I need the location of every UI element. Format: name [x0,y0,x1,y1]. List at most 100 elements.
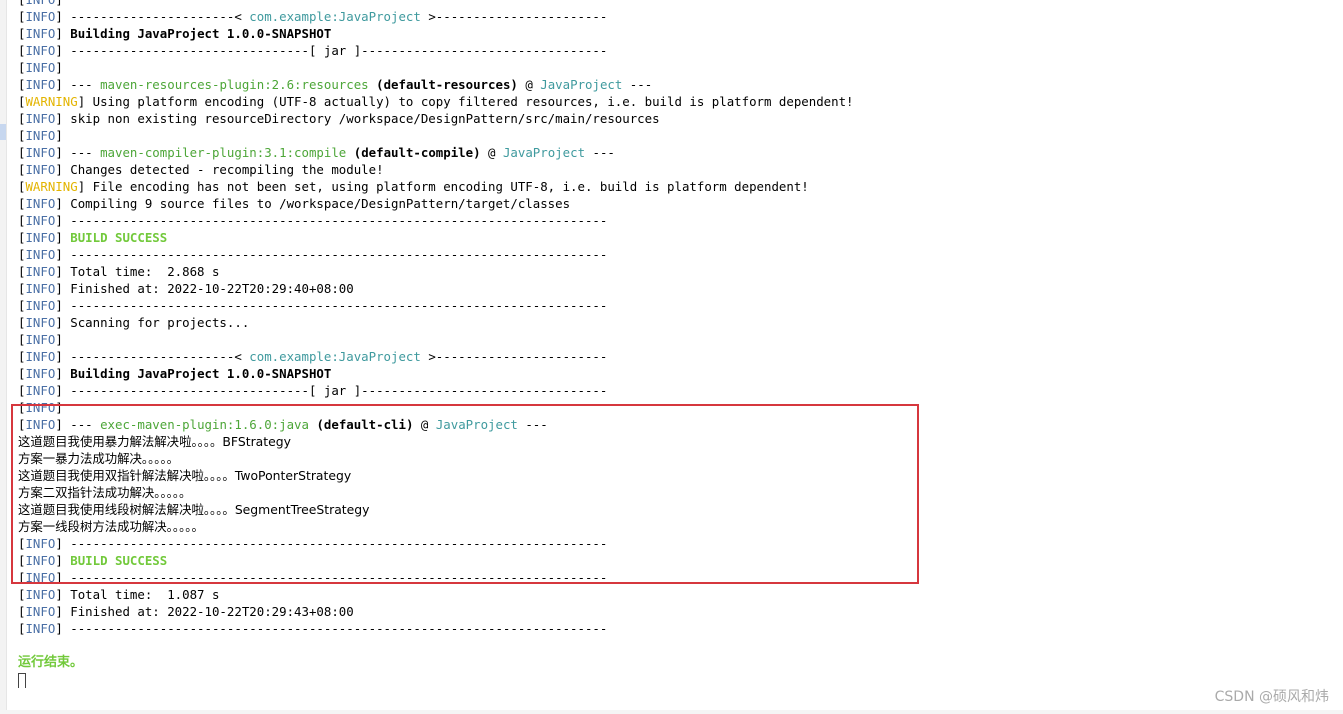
log-bracket: ] [55,145,63,160]
log-bracket: ] [55,230,63,245]
log-level-info: INFO [25,9,56,24]
log-level-info: INFO [25,264,56,279]
log-level-info: INFO [25,400,56,415]
console-line: [INFO] --------------------------------[… [18,42,1328,59]
console-line: 方案一暴力法成功解决。。。。。 [18,450,1328,467]
console-line: [INFO] ----------------------< com.examp… [18,348,1328,365]
log-level-info: INFO [25,366,56,381]
log-level-info: INFO [25,60,56,75]
log-text: JavaProject [540,77,623,92]
log-bracket: ] [55,332,63,347]
log-text: ----------------------------------------… [62,247,608,262]
log-text: @ [480,145,503,160]
console-line: 方案二双指针法成功解决。。。。。 [18,484,1328,501]
log-text: Scanning for projects... [62,315,250,330]
console-line: [INFO] ---------------------------------… [18,620,1328,637]
console-line: [INFO] Changes detected - recompiling th… [18,161,1328,178]
log-text: skip non existing resourceDirectory /wor… [62,111,660,126]
console-line: [INFO] Compiling 9 source files to /work… [18,195,1328,212]
status-bar [0,710,1343,714]
log-text: ----------------------< [62,9,250,24]
log-bracket: ] [55,0,62,7]
log-text: Changes detected - recompiling the modul… [62,162,384,177]
log-bracket: ] [55,383,63,398]
log-bracket: ] [55,349,63,364]
log-text: Using platform encoding (UTF-8 actually)… [85,94,854,109]
console-line: [WARNING] Using platform encoding (UTF-8… [18,93,1328,110]
log-text: 这道题目我使用线段树解法解决啦。。。。SegmentTreeStrategy [18,502,370,517]
editor-gutter [0,0,7,714]
log-bracket: ] [55,60,63,75]
console-line: [INFO] ---------------------------------… [18,246,1328,263]
log-bracket: ] [55,43,63,58]
log-bracket: ] [55,298,63,313]
log-level-info: INFO [25,111,56,126]
log-level-info: INFO [25,128,56,143]
log-level-info: INFO [25,213,56,228]
log-level-info: INFO [25,247,56,262]
log-text: 方案一线段树方法成功解决。。。。。 [18,519,204,534]
log-bracket: ] [55,366,63,381]
input-line[interactable] [18,671,1328,688]
log-text: 这道题目我使用暴力解法解决啦。。。。BFStrategy [18,434,291,449]
console-line: [INFO] ---------------------------------… [18,569,1328,586]
log-text: maven-resources-plugin:2.6:resources [100,77,369,92]
log-level-info: INFO [25,536,56,551]
log-bracket: ] [55,536,63,551]
log-bracket: ] [55,315,63,330]
text-cursor [18,673,26,688]
console-output[interactable]: [INFO][INFO] ----------------------< com… [18,0,1328,688]
log-bracket: ] [55,417,63,432]
watermark: CSDN @硕风和炜 [1214,689,1329,705]
log-bracket: ] [55,247,63,262]
log-text: ----------------------------------------… [62,621,608,636]
log-level-info: INFO [25,383,56,398]
log-text: (default-resources) [376,77,518,92]
console-line: [INFO] [18,59,1328,76]
log-text: ----------------------------------------… [62,213,608,228]
console-line: [INFO] ---------------------------------… [18,297,1328,314]
log-text: ----------------------------------------… [62,298,608,313]
log-bracket: ] [55,128,63,143]
log-text: exec-maven-plugin:1.6.0:java [100,417,309,432]
log-text: 方案一暴力法成功解决。。。。。 [18,451,180,466]
log-bracket: ] [55,26,63,41]
log-level-info: INFO [25,553,56,568]
log-bracket: ] [55,213,63,228]
log-text: 这道题目我使用双指针解法解决啦。。。。TwoPonterStrategy [18,468,352,483]
log-level-info: INFO [25,77,56,92]
log-text: com.example:JavaProject [249,349,421,364]
log-level-info: INFO [25,43,56,58]
log-bracket: ] [55,400,63,415]
log-level-info: INFO [25,145,56,160]
console-line: 这道题目我使用暴力解法解决啦。。。。BFStrategy [18,433,1328,450]
log-level-info: INFO [25,587,56,602]
log-level-warning: WARNING [25,179,78,194]
console-line: [INFO] [18,331,1328,348]
log-level-info: INFO [25,196,56,211]
log-level-info: INFO [25,332,56,347]
log-level-info: INFO [25,0,55,7]
console-line: [INFO] ---------------------------------… [18,535,1328,552]
console-line: [INFO] --------------------------------[… [18,382,1328,399]
log-text: File encoding has not been set, using pl… [85,179,809,194]
console-line: [INFO] [18,0,1328,8]
log-text: ----------------------< [62,349,250,364]
log-bracket: ] [55,604,63,619]
console-line: [INFO] Building JavaProject 1.0.0-SNAPSH… [18,365,1328,382]
log-level-info: INFO [25,417,56,432]
log-text: >----------------------- [420,9,608,24]
log-text: 方案二双指针法成功解决。。。。。 [18,485,192,500]
log-bracket: ] [55,587,63,602]
console-line: [INFO] --- exec-maven-plugin:1.6.0:java … [18,416,1328,433]
console-line: [INFO] --- maven-compiler-plugin:3.1:com… [18,144,1328,161]
log-text: --- [517,417,548,432]
log-text: --------------------------------[ jar ]-… [62,383,608,398]
log-text: maven-compiler-plugin:3.1:compile [100,145,347,160]
log-level-info: INFO [25,315,56,330]
log-text: Building JavaProject 1.0.0-SNAPSHOT [70,366,332,381]
log-bracket: ] [55,196,63,211]
log-text: @ [517,77,541,92]
